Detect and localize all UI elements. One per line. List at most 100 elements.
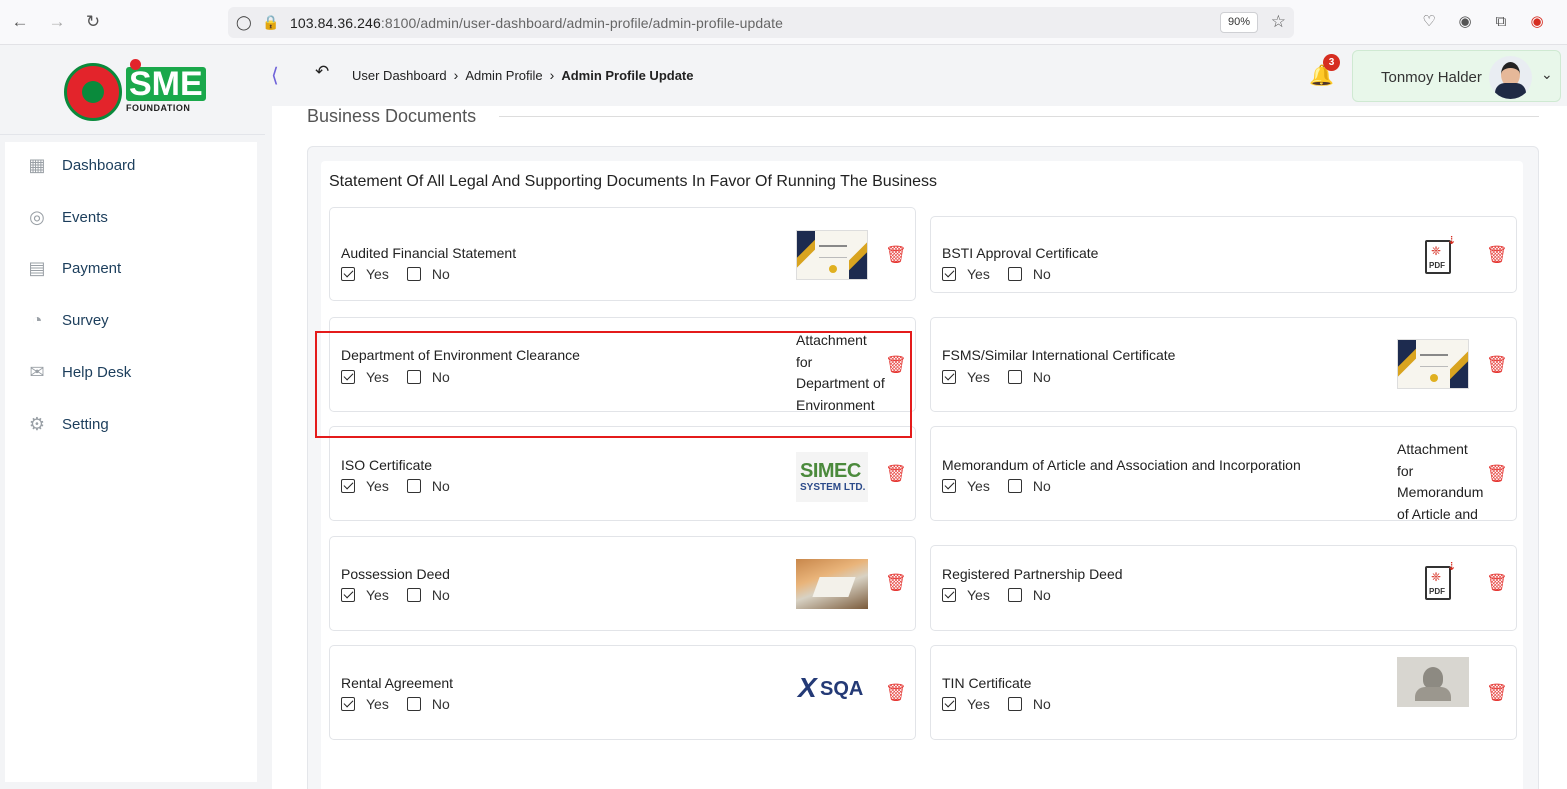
bookmark-star-icon[interactable]: ☆ xyxy=(1271,12,1286,32)
document-title: Memorandum of Article and Association an… xyxy=(942,457,1301,473)
document-title: Department of Environment Clearance xyxy=(341,347,580,363)
sidebar-item-setting[interactable]: ⚙ Setting xyxy=(27,412,109,436)
pocket-icon[interactable]: ♡ xyxy=(1418,11,1440,33)
no-label: No xyxy=(431,266,450,282)
zoom-indicator[interactable]: 90% xyxy=(1219,12,1258,33)
breadcrumb-item[interactable]: Admin Profile xyxy=(465,68,542,83)
yes-label: Yes xyxy=(366,266,389,282)
attachment-alt-text[interactable]: Attachment for Memorandum of Article and xyxy=(1397,439,1487,532)
delete-trash-icon[interactable]: 🗑 xyxy=(885,683,907,702)
pdf-file-icon[interactable]: ❈ PDF ⇣ xyxy=(1397,558,1469,608)
simec-logo-thumbnail[interactable]: SIMEC SYSTEM LTD. xyxy=(796,452,868,502)
extension-badge-icon[interactable]: ◉ xyxy=(1526,11,1548,33)
chevron-right-icon: › xyxy=(453,67,459,83)
yes-checkbox[interactable] xyxy=(942,588,956,602)
address-bar[interactable]: ◯ 🔒 103.84.36.246:8100/admin/user-dashbo… xyxy=(228,7,1294,38)
yes-checkbox[interactable] xyxy=(341,370,355,384)
events-icon: ◎ xyxy=(29,207,45,227)
sidebar-item-label: Dashboard xyxy=(62,156,136,174)
delete-trash-icon[interactable]: 🗑 xyxy=(885,573,907,592)
document-title: BSTI Approval Certificate xyxy=(942,245,1099,261)
no-checkbox[interactable] xyxy=(1007,267,1022,281)
document-title: Possession Deed xyxy=(341,566,450,582)
no-checkbox[interactable] xyxy=(1007,370,1022,384)
extensions-icon[interactable]: ⧉ xyxy=(1490,11,1512,33)
url-text: 103.84.36.246:8100/admin/user-dashboard/… xyxy=(290,15,784,31)
yes-label: Yes xyxy=(967,266,990,282)
back-arrow-icon[interactable]: ← xyxy=(9,11,31,33)
yes-label: Yes xyxy=(366,587,389,603)
avatar xyxy=(1489,56,1532,99)
sidebar-item-label: Survey xyxy=(62,311,109,329)
card-title: Statement Of All Legal And Supporting Do… xyxy=(329,173,938,190)
yes-checkbox[interactable] xyxy=(942,479,956,493)
yes-no-options: Yes No xyxy=(942,587,1051,603)
gear-icon: ⚙ xyxy=(28,414,46,434)
no-checkbox[interactable] xyxy=(406,479,421,493)
government-emblem-icon xyxy=(64,63,122,121)
no-checkbox[interactable] xyxy=(406,267,421,281)
logo-text: SME xyxy=(126,67,206,101)
reload-icon[interactable]: ↻ xyxy=(82,11,104,33)
no-checkbox[interactable] xyxy=(1007,479,1022,493)
breadcrumb-current: Admin Profile Update xyxy=(561,67,694,83)
delete-trash-icon[interactable]: 🗑 xyxy=(1486,464,1508,483)
delete-trash-icon[interactable]: 🗑 xyxy=(1486,355,1508,374)
statue-photo-thumbnail[interactable] xyxy=(1397,657,1469,707)
sqa-logo-thumbnail[interactable]: X SQA xyxy=(796,666,868,716)
yes-label: Yes xyxy=(967,587,990,603)
sidebar-item-events[interactable]: ◎ Events xyxy=(27,205,108,229)
yes-checkbox[interactable] xyxy=(341,697,355,711)
no-checkbox[interactable] xyxy=(406,697,421,711)
yes-checkbox[interactable] xyxy=(341,267,355,281)
sidebar-item-payment[interactable]: ▤ Payment xyxy=(27,256,121,280)
yes-checkbox[interactable] xyxy=(341,588,355,602)
notification-badge: 3 xyxy=(1323,54,1340,71)
sidebar-item-dashboard[interactable]: ▦ Dashboard xyxy=(27,153,135,177)
delete-trash-icon[interactable]: 🗑 xyxy=(885,245,907,264)
attachment-alt-text[interactable]: Attachment for Department of Environment xyxy=(796,330,886,423)
payment-icon: ▤ xyxy=(28,258,46,278)
yes-checkbox[interactable] xyxy=(942,267,956,281)
yes-no-options: Yes No xyxy=(341,369,450,385)
pdf-label: PDF xyxy=(1429,261,1445,270)
pie-chart-icon: ◔ xyxy=(31,310,43,330)
delete-trash-icon[interactable]: 🗑 xyxy=(1486,683,1508,702)
certificate-thumbnail[interactable] xyxy=(1397,339,1469,389)
delete-trash-icon[interactable]: 🗑 xyxy=(885,464,907,483)
desk-photo-thumbnail[interactable] xyxy=(796,559,868,609)
sidebar-item-survey[interactable]: ◔ Survey xyxy=(27,308,109,332)
sidebar-item-help-desk[interactable]: ✉ Help Desk xyxy=(27,360,131,384)
sme-foundation-logo[interactable]: SME FOUNDATION xyxy=(126,59,206,113)
delete-trash-icon[interactable]: 🗑 xyxy=(885,355,907,374)
pdf-file-icon[interactable]: ❈ PDF ⇣ xyxy=(1397,232,1469,282)
collapse-sidebar-icon[interactable]: ⟨ xyxy=(271,63,279,88)
certificate-thumbnail[interactable] xyxy=(796,230,868,280)
breadcrumb-item[interactable]: User Dashboard xyxy=(352,68,447,83)
document-title: Audited Financial Statement xyxy=(341,245,517,261)
browser-toolbar: ← → ↻ ◯ 🔒 103.84.36.246:8100/admin/user-… xyxy=(0,0,1567,45)
document-title: TIN Certificate xyxy=(942,675,1032,691)
no-checkbox[interactable] xyxy=(406,370,421,384)
delete-trash-icon[interactable]: 🗑 xyxy=(1486,573,1508,592)
no-checkbox[interactable] xyxy=(1007,697,1022,711)
sidebar: SME FOUNDATION ▦ Dashboard ◎ Events ▤ Pa… xyxy=(0,45,265,789)
logo-subtext: FOUNDATION xyxy=(126,103,191,113)
no-checkbox[interactable] xyxy=(1007,588,1022,602)
account-icon[interactable]: ◉ xyxy=(1454,11,1476,33)
yes-checkbox[interactable] xyxy=(942,370,956,384)
shield-icon: ◯ xyxy=(236,14,252,30)
yes-no-options: Yes No xyxy=(942,369,1051,385)
yes-label: Yes xyxy=(366,478,389,494)
yes-checkbox[interactable] xyxy=(341,479,355,493)
undo-back-icon[interactable]: ↶ xyxy=(315,62,329,82)
download-arrow-icon: ⇣ xyxy=(1447,235,1457,247)
yes-no-options: Yes No xyxy=(341,696,450,712)
user-menu[interactable]: Tonmoy Halder ⌄ xyxy=(1352,50,1561,102)
no-label: No xyxy=(431,587,450,603)
no-checkbox[interactable] xyxy=(406,588,421,602)
user-name: Tonmoy Halder xyxy=(1381,69,1482,86)
yes-checkbox[interactable] xyxy=(942,697,956,711)
delete-trash-icon[interactable]: 🗑 xyxy=(1486,245,1508,264)
forward-arrow-icon[interactable]: → xyxy=(46,11,68,33)
